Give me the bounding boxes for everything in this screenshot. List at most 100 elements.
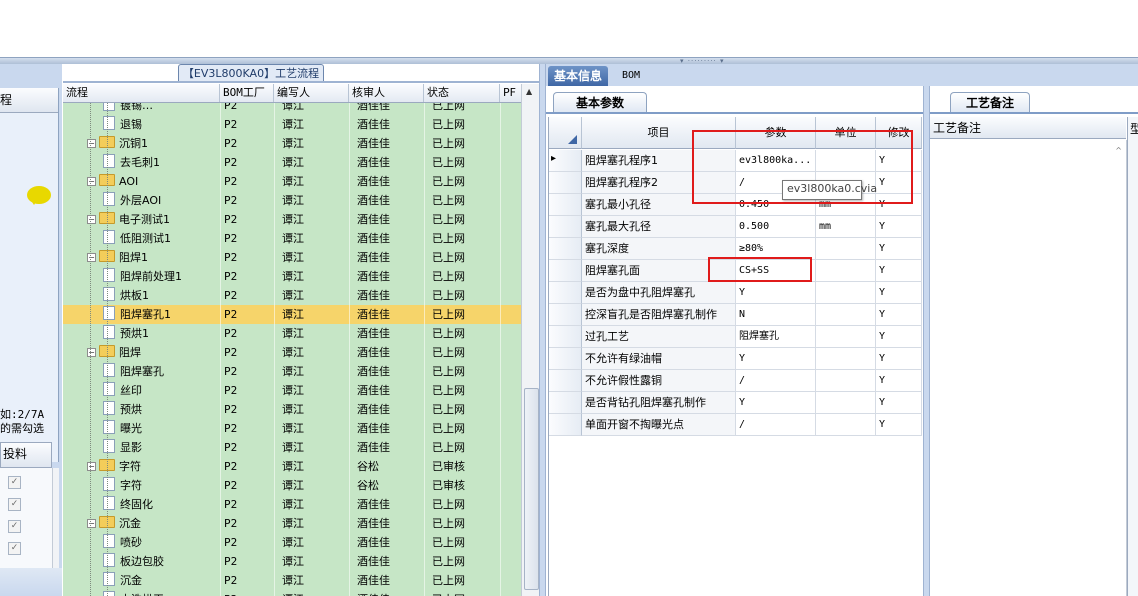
- tree-row[interactable]: 低阻测试1 P2 谭江 酒佳佳 已上网: [63, 229, 521, 248]
- param-item-cell[interactable]: 不允许假性露铜: [582, 370, 736, 392]
- row-header[interactable]: [549, 172, 582, 194]
- param-unit-cell[interactable]: [816, 260, 876, 282]
- memo-scroll-up-icon[interactable]: ^: [1115, 146, 1122, 155]
- tree-row[interactable]: − 沉金 P2 谭江 酒佳佳 已上网: [63, 514, 521, 533]
- tree-row[interactable]: 板边包胶 P2 谭江 酒佳佳 已上网: [63, 552, 521, 571]
- col-header-process[interactable]: 流程: [63, 84, 220, 102]
- param-modify-cell[interactable]: Y: [876, 282, 922, 304]
- param-unit-cell[interactable]: [816, 326, 876, 348]
- param-modify-cell[interactable]: Y: [876, 326, 922, 348]
- tree-row[interactable]: − 电子测试1 P2 谭江 酒佳佳 已上网: [63, 210, 521, 229]
- tree-row[interactable]: 烘板1 P2 谭江 酒佳佳 已上网: [63, 286, 521, 305]
- feed-checkbox[interactable]: ✓: [8, 542, 21, 555]
- param-unit-cell[interactable]: [816, 348, 876, 370]
- row-header[interactable]: [549, 238, 582, 260]
- row-header[interactable]: [549, 370, 582, 392]
- col-header-bom-factory[interactable]: BOM工厂: [220, 84, 274, 102]
- tree-row[interactable]: 曝光 P2 谭江 酒佳佳 已上网: [63, 419, 521, 438]
- tree-row[interactable]: − 阻焊1 P2 谭江 酒佳佳 已上网: [63, 248, 521, 267]
- param-row[interactable]: 是否为盘中孔阻焊塞孔 Y Y: [549, 282, 922, 304]
- tab-process-notes[interactable]: 工艺备注: [950, 92, 1030, 113]
- param-modify-cell[interactable]: Y: [876, 216, 922, 238]
- vertical-splitter-right[interactable]: [923, 86, 930, 596]
- feed-checkbox[interactable]: ✓: [8, 520, 21, 533]
- param-item-cell[interactable]: 是否背钻孔阻焊塞孔制作: [582, 392, 736, 414]
- tree-row-selected[interactable]: 阻焊塞孔1 P2 谭江 酒佳佳 已上网: [63, 305, 521, 324]
- tree-row[interactable]: 预烘 P2 谭江 酒佳佳 已上网: [63, 400, 521, 419]
- tree-row[interactable]: 阻焊塞孔 P2 谭江 酒佳佳 已上网: [63, 362, 521, 381]
- param-row[interactable]: 塞孔最大孔径 0.500 mm Y: [549, 216, 922, 238]
- row-header[interactable]: [549, 216, 582, 238]
- tree-row[interactable]: 镀锡… P2 谭江 酒佳佳 已上网: [63, 103, 521, 115]
- tree-row[interactable]: 喷砂 P2 谭江 酒佳佳 已上网: [63, 533, 521, 552]
- param-unit-cell[interactable]: [816, 370, 876, 392]
- param-unit-cell[interactable]: mm: [816, 216, 876, 238]
- notes-column-header[interactable]: 工艺备注: [930, 117, 1126, 139]
- row-header[interactable]: [549, 282, 582, 304]
- tree-row[interactable]: 外层AOI P2 谭江 酒佳佳 已上网: [63, 191, 521, 210]
- param-unit-cell[interactable]: [816, 414, 876, 436]
- param-item-cell[interactable]: 控深盲孔是否阻焊塞孔制作: [582, 304, 736, 326]
- tree-row[interactable]: 阻焊前处理1 P2 谭江 酒佳佳 已上网: [63, 267, 521, 286]
- tree-row[interactable]: 丝印 P2 谭江 酒佳佳 已上网: [63, 381, 521, 400]
- tree-row[interactable]: 去毛刺1 P2 谭江 酒佳佳 已上网: [63, 153, 521, 172]
- param-unit-cell[interactable]: [816, 304, 876, 326]
- tree-row[interactable]: 显影 P2 谭江 酒佳佳 已上网: [63, 438, 521, 457]
- scroll-up-arrow-icon[interactable]: ▲: [526, 87, 532, 96]
- param-row[interactable]: 单面开窗不掏曝光点 / Y: [549, 414, 922, 436]
- param-row[interactable]: 控深盲孔是否阻焊塞孔制作 N Y: [549, 304, 922, 326]
- param-value-cell[interactable]: /: [736, 414, 816, 436]
- row-header[interactable]: [549, 194, 582, 216]
- row-header[interactable]: [549, 260, 582, 282]
- row-header[interactable]: [549, 304, 582, 326]
- row-header[interactable]: [549, 414, 582, 436]
- tree-row[interactable]: − 阻焊 P2 谭江 酒佳佳 已上网: [63, 343, 521, 362]
- row-header[interactable]: [549, 348, 582, 370]
- notes-memo-field[interactable]: ^: [930, 140, 1127, 596]
- col-header-pf[interactable]: PF: [500, 84, 521, 102]
- feed-checkbox[interactable]: ✓: [8, 476, 21, 489]
- tree-vertical-scrollbar[interactable]: ▲: [521, 84, 539, 596]
- col-header-reviewer[interactable]: 核审人: [349, 84, 424, 102]
- tree-row[interactable]: − 字符 P2 谭江 谷松 已审核: [63, 457, 521, 476]
- tree-row[interactable]: 退锡 P2 谭江 酒佳佳 已上网: [63, 115, 521, 134]
- param-row[interactable]: 不允许有绿油帽 Y Y: [549, 348, 922, 370]
- param-modify-cell[interactable]: Y: [876, 392, 922, 414]
- scrollbar-thumb[interactable]: [524, 388, 539, 590]
- param-item-cell[interactable]: 是否为盘中孔阻焊塞孔: [582, 282, 736, 304]
- row-header[interactable]: ▸: [549, 150, 582, 172]
- param-modify-cell[interactable]: Y: [876, 414, 922, 436]
- param-modify-cell[interactable]: Y: [876, 260, 922, 282]
- tab-bom[interactable]: BOM: [616, 66, 646, 86]
- tree-row[interactable]: 沉金 P2 谭江 酒佳佳 已上网: [63, 571, 521, 590]
- param-value-cell[interactable]: Y: [736, 392, 816, 414]
- tree-row[interactable]: 水洗烘干P2谭江酒佳佳已上网: [63, 590, 521, 596]
- param-modify-cell[interactable]: Y: [876, 370, 922, 392]
- param-item-cell[interactable]: 不允许有绿油帽: [582, 348, 736, 370]
- col-header-writer[interactable]: 编写人: [274, 84, 349, 102]
- tab-basic-params[interactable]: 基本参数: [553, 92, 647, 113]
- row-header[interactable]: [549, 326, 582, 348]
- tree-row[interactable]: 终固化 P2 谭江 酒佳佳 已上网: [63, 495, 521, 514]
- param-item-cell[interactable]: 过孔工艺: [582, 326, 736, 348]
- param-row[interactable]: 不允许假性露铜 / Y: [549, 370, 922, 392]
- param-modify-cell[interactable]: Y: [876, 348, 922, 370]
- param-row[interactable]: 是否背钻孔阻焊塞孔制作 Y Y: [549, 392, 922, 414]
- col-header-status[interactable]: 状态: [424, 84, 500, 102]
- tree-row[interactable]: 预烘1 P2 谭江 酒佳佳 已上网: [63, 324, 521, 343]
- param-value-cell[interactable]: 0.500: [736, 216, 816, 238]
- param-item-cell[interactable]: 单面开窗不掏曝光点: [582, 414, 736, 436]
- param-unit-cell[interactable]: [816, 392, 876, 414]
- param-item-cell[interactable]: 塞孔最大孔径: [582, 216, 736, 238]
- param-row[interactable]: 过孔工艺 阻焊塞孔 Y: [549, 326, 922, 348]
- tree-row[interactable]: 字符 P2 谭江 谷松 已审核: [63, 476, 521, 495]
- tab-basic-info[interactable]: 基本信息: [548, 66, 609, 86]
- vertical-splitter[interactable]: [539, 64, 546, 596]
- param-modify-cell[interactable]: Y: [876, 238, 922, 260]
- feed-checkbox[interactable]: ✓: [8, 498, 21, 511]
- param-unit-cell[interactable]: [816, 282, 876, 304]
- comment-bubble-icon[interactable]: [27, 186, 51, 205]
- param-modify-cell[interactable]: Y: [876, 304, 922, 326]
- left-scrollbar[interactable]: [52, 468, 59, 568]
- param-value-cell[interactable]: N: [736, 304, 816, 326]
